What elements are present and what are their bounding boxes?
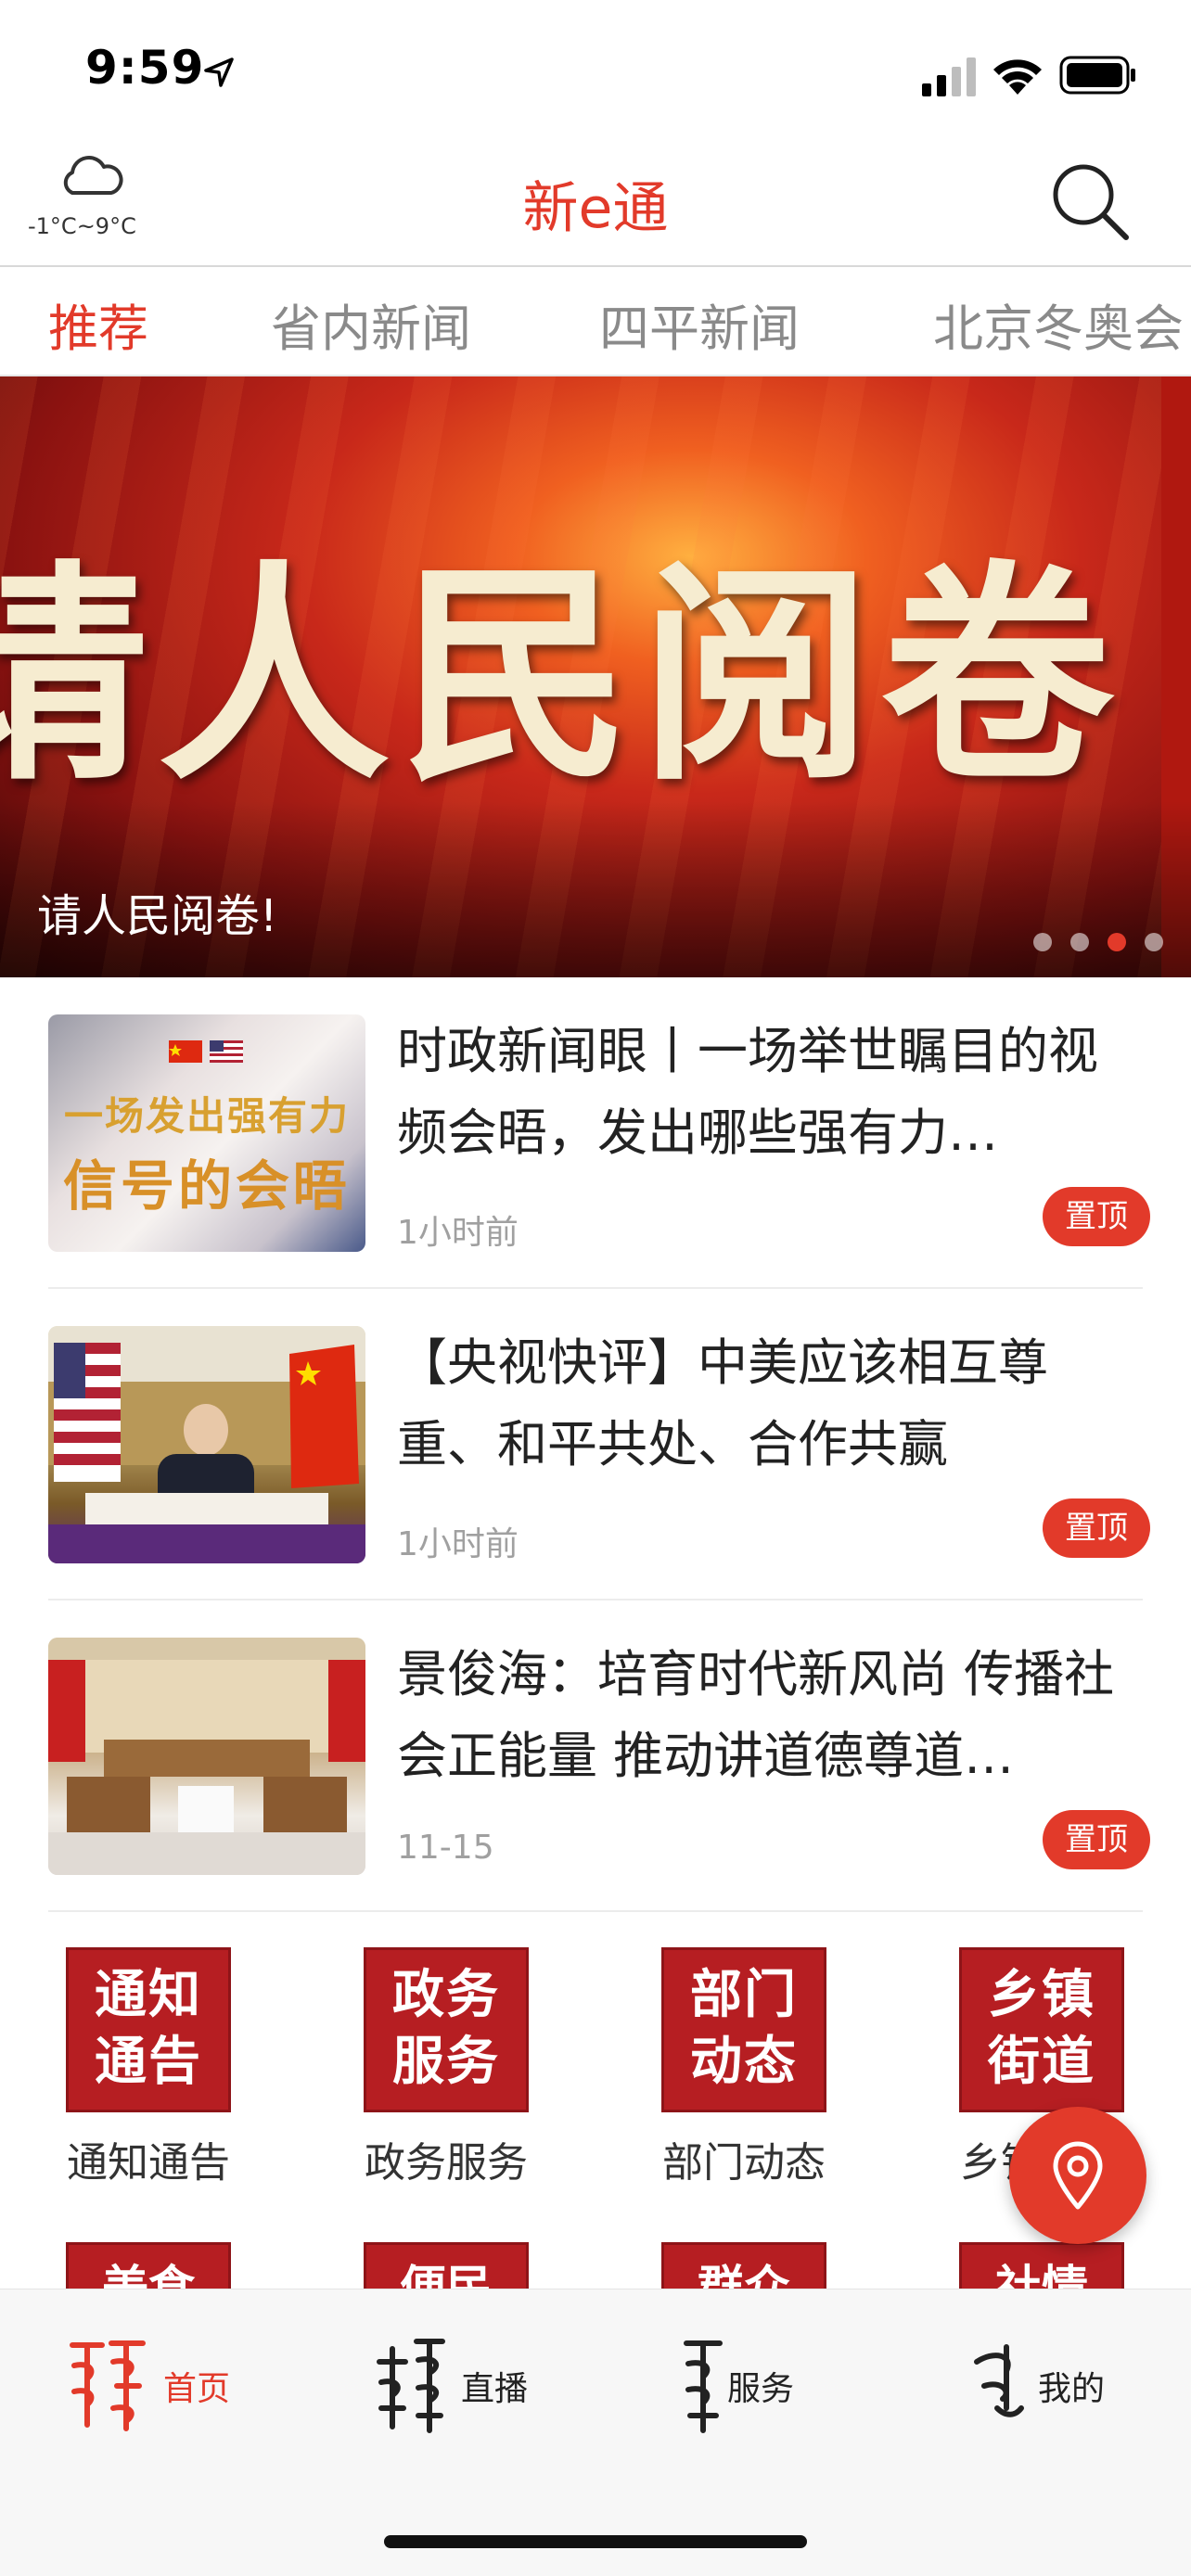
- news-thumbnail: 一场发出强有力 信号的会晤: [48, 1014, 365, 1252]
- news-time: 11-15: [397, 1829, 494, 1867]
- search-icon[interactable]: [1048, 159, 1132, 243]
- news-time: 1小时前: [397, 1525, 519, 1563]
- pinned-badge: 置顶: [1043, 1498, 1150, 1558]
- banner-headline-art: 请人民阅卷: [0, 539, 1122, 811]
- tab-recommended[interactable]: 推荐: [48, 287, 148, 361]
- nav-label: 直播: [461, 2370, 529, 2408]
- news-thumbnail: [48, 1638, 365, 1875]
- tile-text-line2: 街道: [988, 2032, 1095, 2092]
- service-label: 政务服务: [365, 2139, 528, 2187]
- tile-text-line1: 政务: [392, 1965, 500, 2025]
- nav-label: 服务: [727, 2370, 795, 2408]
- thumbnail-text-line2: 信号的会晤: [62, 1154, 351, 1218]
- tile-text-line1: 部门: [690, 1965, 798, 2025]
- mongolian-script-icon: [684, 2340, 723, 2433]
- nav-live[interactable]: 直播: [298, 2327, 596, 2456]
- nav-profile[interactable]: 我的: [893, 2327, 1191, 2456]
- service-government[interactable]: 政务 服务 政务服务: [344, 1947, 548, 2188]
- thumbnail-text-line1: 一场发出强有力: [63, 1093, 350, 1139]
- nav-label: 首页: [163, 2370, 231, 2408]
- pinned-badge: 置顶: [1043, 1187, 1150, 1246]
- tab-beijing-winter-olympics[interactable]: 北京冬奥会: [933, 287, 1184, 361]
- service-label: 部门动态: [662, 2139, 826, 2187]
- news-item[interactable]: 景俊海：培育时代新风尚 传播社会正能量 推动讲道德尊道… 11-15 置顶: [48, 1600, 1150, 1912]
- service-tile[interactable]: 政务 服务: [364, 1947, 529, 2112]
- news-thumbnail: [48, 1326, 365, 1563]
- banner-carousel[interactable]: 请人民阅卷 请人民阅卷!: [0, 376, 1191, 977]
- nav-home[interactable]: 首页: [0, 2327, 298, 2456]
- app-screen: 9:59 -1°C~9°C 新e通 推荐 省内新闻 四平新闻 北京冬奥会 请人民…: [0, 0, 1191, 2576]
- tile-text-line1: 乡镇: [988, 1965, 1095, 2025]
- location-fab-button[interactable]: [1009, 2107, 1146, 2244]
- service-tile[interactable]: 乡镇 街道: [959, 1947, 1124, 2112]
- location-arrow-icon: [204, 57, 234, 87]
- service-label: 通知通告: [67, 2139, 230, 2187]
- carousel-dot[interactable]: [1145, 933, 1163, 951]
- banner-caption: 请人民阅卷!: [37, 890, 278, 942]
- news-title[interactable]: 时政新闻眼丨一场举世瞩目的视频会晤，发出哪些强有力…: [397, 1011, 1139, 1174]
- wifi-icon: [993, 59, 1042, 95]
- cellular-signal-icon: [922, 57, 976, 96]
- status-bar: 9:59: [0, 0, 1191, 139]
- tab-provincial-news[interactable]: 省内新闻: [271, 287, 471, 361]
- service-grid: 通知 通告 通知通告 政务 服务 政务服务 部门 动态 部门动态 乡镇 街道 乡…: [0, 1947, 1191, 2298]
- battery-icon: [1059, 56, 1135, 95]
- mongolian-script-icon: [974, 2344, 1024, 2417]
- home-indicator[interactable]: [384, 2535, 807, 2548]
- app-title: 新e通: [522, 176, 669, 241]
- news-time: 1小时前: [397, 1214, 519, 1252]
- service-tile[interactable]: 通知 通告: [66, 1947, 231, 2112]
- category-tabs: 推荐 省内新闻 四平新闻 北京冬奥会: [0, 269, 1191, 376]
- pinned-badge: 置顶: [1043, 1810, 1150, 1869]
- mongolian-script-icon: [70, 2340, 146, 2431]
- tile-text-line2: 动态: [690, 2032, 798, 2092]
- status-time: 9:59: [85, 41, 205, 95]
- news-list: 一场发出强有力 信号的会晤 时政新闻眼丨一场举世瞩目的视频会晤，发出哪些强有力……: [48, 977, 1150, 1912]
- carousel-dots: [1015, 933, 1163, 951]
- carousel-dot-active[interactable]: [1108, 933, 1126, 951]
- meeting-room-photo: [48, 1638, 365, 1875]
- tile-text-line2: 服务: [392, 2032, 500, 2092]
- mongolian-script-icon: [377, 2339, 445, 2433]
- service-tile[interactable]: 部门 动态: [661, 1947, 826, 2112]
- news-item[interactable]: 【央视快评】中美应该相互尊重、和平共处、合作共赢 1小时前 置顶: [48, 1289, 1150, 1600]
- news-item[interactable]: 一场发出强有力 信号的会晤 时政新闻眼丨一场举世瞩目的视频会晤，发出哪些强有力……: [48, 977, 1150, 1289]
- video-meeting-photo: [48, 1326, 365, 1563]
- service-notice[interactable]: 通知 通告 通知通告: [46, 1947, 250, 2188]
- nav-label: 我的: [1038, 2370, 1106, 2408]
- map-pin-icon: [1053, 2141, 1103, 2210]
- tile-text-line2: 通告: [95, 2032, 202, 2092]
- flags-icon: [169, 1040, 243, 1063]
- tile-text-line1: 通知: [95, 1965, 202, 2025]
- tab-siping-news[interactable]: 四平新闻: [599, 287, 800, 361]
- carousel-dot[interactable]: [1070, 933, 1089, 951]
- nav-services[interactable]: 服务: [596, 2327, 893, 2456]
- bottom-navigation: 首页 直播 服务 我的: [0, 2289, 1191, 2576]
- carousel-dot[interactable]: [1033, 933, 1052, 951]
- news-title[interactable]: 景俊海：培育时代新风尚 传播社会正能量 推动讲道德尊道…: [397, 1634, 1139, 1797]
- news-title[interactable]: 【央视快评】中美应该相互尊重、和平共处、合作共赢: [397, 1322, 1139, 1486]
- app-header: -1°C~9°C 新e通: [0, 139, 1191, 267]
- service-departments[interactable]: 部门 动态 部门动态: [642, 1947, 846, 2188]
